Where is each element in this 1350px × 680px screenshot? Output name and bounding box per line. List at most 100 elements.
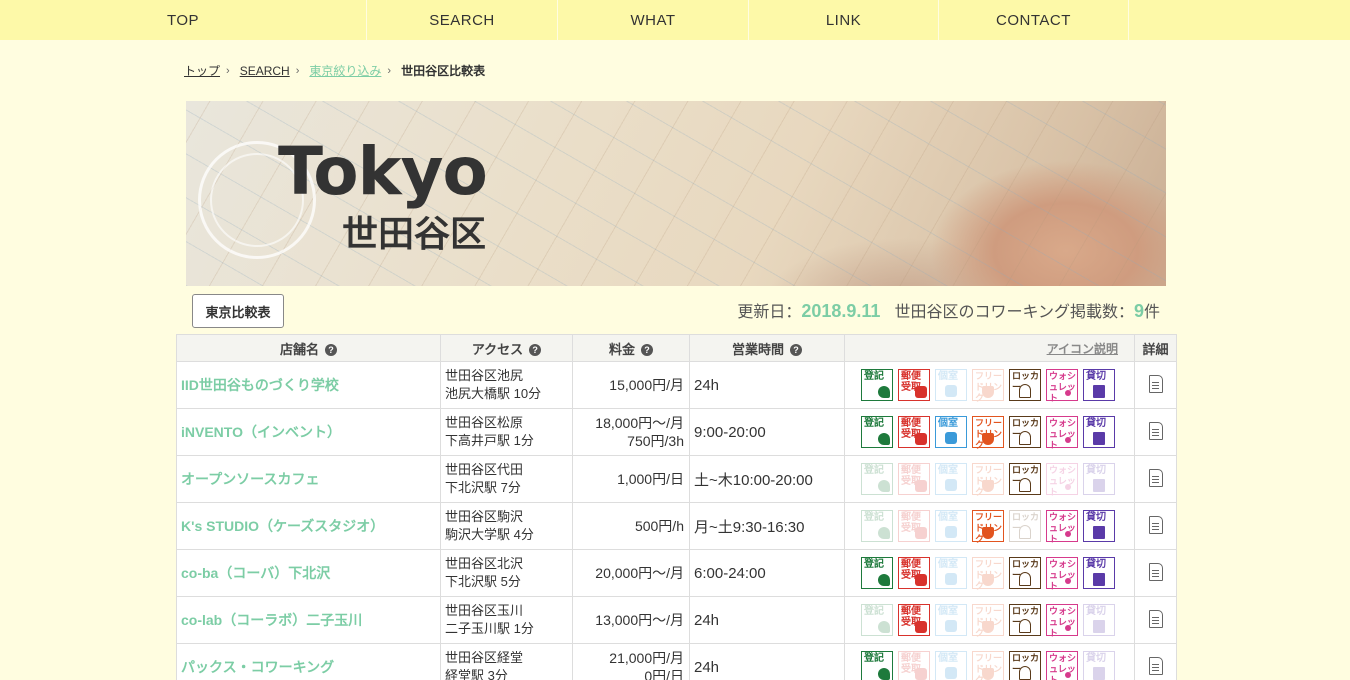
price-primary: 15,000円/月	[609, 377, 684, 393]
toroku-icon: 登記	[861, 651, 893, 680]
access-area: 世田谷区北沢	[445, 556, 524, 571]
locker-icon: ロッカー	[1009, 510, 1041, 542]
access-station: 駒沢大学駅 4分	[445, 527, 534, 542]
chevron-right-icon: ›	[387, 64, 392, 77]
table-row: IID世田谷ものづくり学校 世田谷区池尻 池尻大橋駅 10分 15,000円/月 24h…	[176, 361, 1177, 409]
icons-cell: 登記郵便受取個室フリードリンクロッカーウォシュレット貸切	[844, 408, 1135, 456]
price-primary: 21,000円/月	[609, 650, 684, 666]
kashikiri-icon: 貸切	[1083, 369, 1115, 401]
detail-cell	[1134, 361, 1177, 409]
locker-icon: ロッカー	[1009, 463, 1041, 495]
document-icon[interactable]	[1148, 468, 1163, 487]
toroku-icon: 登記	[861, 604, 893, 636]
breadcrumb-tokyo[interactable]: 東京絞り込み	[309, 62, 381, 79]
drink-icon: フリードリンク	[972, 369, 1004, 403]
detail-cell	[1134, 408, 1177, 456]
shop-name-link[interactable]: co-ba（コーバ）下北沢	[176, 549, 441, 597]
price-cell: 1,000円/日	[572, 455, 690, 503]
count-unit: 件	[1143, 304, 1160, 321]
breadcrumb-top[interactable]: トップ	[184, 62, 220, 79]
detail-cell	[1134, 455, 1177, 503]
hours-cell: 月~土9:30-16:30	[689, 502, 845, 550]
count-value: 9	[1133, 301, 1144, 321]
amenity-icons: 登記郵便受取個室フリードリンクロッカーウォシュレット貸切	[861, 557, 1134, 591]
price-secondary: 0円/日	[644, 668, 684, 680]
yubin-icon: 郵便受取	[898, 463, 930, 495]
shop-name-link[interactable]: K's STUDIO（ケーズスタジオ）	[176, 502, 441, 550]
coworking-table: 店舗名? アクセス? 料金? 営業時間? アイコン説明 詳細 IID世田谷ものづ…	[176, 334, 1177, 680]
locker-icon: ロッカー	[1009, 604, 1041, 636]
count-label: 世田谷区のコワーキング掲載数：	[894, 304, 1134, 321]
detail-cell	[1134, 643, 1177, 680]
access-station: 経堂駅 3分	[445, 668, 508, 680]
kashikiri-icon: 貸切	[1083, 416, 1115, 448]
drink-icon: フリードリンク	[972, 651, 1004, 680]
summary-line: 更新日： 2018.9.11 世田谷区のコワーキング掲載数： 9 件	[737, 298, 1160, 322]
price-cell: 13,000円〜/月	[572, 596, 690, 644]
document-icon[interactable]	[1148, 609, 1163, 628]
access-cell: 世田谷区駒沢 駒沢大学駅 4分	[440, 502, 573, 550]
access-station: 池尻大橋駅 10分	[445, 386, 542, 401]
price-cell: 20,000円〜/月	[572, 549, 690, 597]
toroku-icon: 登記	[861, 510, 893, 542]
shop-name-link[interactable]: オープンソースカフェ	[176, 455, 441, 503]
price-secondary: 750円/3h	[627, 433, 684, 449]
yubin-icon: 郵便受取	[898, 557, 930, 589]
nav-top[interactable]: TOP	[0, 0, 367, 40]
koshitsu-icon: 個室	[935, 463, 967, 495]
access-cell: 世田谷区代田 下北沢駅 7分	[440, 455, 573, 503]
shop-name-link[interactable]: iNVENTO（インベント）	[176, 408, 441, 456]
yubin-icon: 郵便受取	[898, 604, 930, 636]
amenity-icons: 登記郵便受取個室フリードリンクロッカーウォシュレット貸切	[861, 369, 1134, 403]
access-area: 世田谷区玉川	[445, 603, 524, 618]
nav-what[interactable]: WHAT	[558, 0, 749, 40]
icons-cell: 登記郵便受取個室フリードリンクロッカーウォシュレット貸切	[844, 643, 1135, 680]
toroku-icon: 登記	[861, 416, 893, 448]
table-row: co-ba（コーバ）下北沢 世田谷区北沢 下北沢駅 5分 20,000円〜/月 6:00…	[176, 549, 1177, 597]
washlet-icon: ウォシュレット	[1046, 463, 1078, 497]
locker-icon: ロッカー	[1009, 369, 1041, 401]
tokyo-compare-button[interactable]: 東京比較表	[192, 294, 284, 328]
header-icons: アイコン説明	[844, 334, 1135, 362]
document-icon[interactable]	[1148, 656, 1163, 675]
shop-name-link[interactable]: パックス・コワーキング	[176, 643, 441, 680]
hours-cell: 24h	[689, 361, 845, 409]
breadcrumb-current: 世田谷区比較表	[401, 64, 486, 78]
toroku-icon: 登記	[861, 369, 893, 401]
icons-cell: 登記郵便受取個室フリードリンクロッカーウォシュレット貸切	[844, 596, 1135, 644]
document-icon[interactable]	[1148, 374, 1163, 393]
locker-icon: ロッカー	[1009, 416, 1041, 448]
price-cell: 18,000円〜/月 750円/3h	[572, 408, 690, 456]
document-icon[interactable]	[1148, 515, 1163, 534]
header-detail: 詳細	[1134, 334, 1177, 362]
help-icon[interactable]: ?	[790, 344, 802, 357]
access-cell: 世田谷区玉川 二子玉川駅 1分	[440, 596, 573, 644]
washlet-icon: ウォシュレット	[1046, 416, 1078, 450]
header-price: 料金?	[572, 334, 690, 362]
access-area: 世田谷区駒沢	[445, 509, 524, 524]
nav-search[interactable]: SEARCH	[367, 0, 558, 40]
document-icon[interactable]	[1148, 562, 1163, 581]
header-name: 店舗名?	[176, 334, 441, 362]
kashikiri-icon: 貸切	[1083, 604, 1115, 636]
updated-label: 更新日：	[737, 304, 802, 321]
breadcrumb-search[interactable]: SEARCH	[240, 64, 290, 78]
top-nav: TOP SEARCH WHAT LINK CONTACT	[0, 0, 1350, 40]
price-cell: 500円/h	[572, 502, 690, 550]
help-icon[interactable]: ?	[529, 344, 542, 357]
hours-cell: 6:00-24:00	[689, 549, 845, 597]
access-station: 下北沢駅 5分	[445, 574, 521, 589]
nav-link[interactable]: LINK	[749, 0, 939, 40]
access-station: 二子玉川駅 1分	[445, 621, 534, 636]
icon-legend-link[interactable]: アイコン説明	[1047, 342, 1118, 356]
document-icon[interactable]	[1148, 421, 1163, 440]
shop-name-link[interactable]: co-lab（コーラボ）二子玉川	[176, 596, 441, 644]
koshitsu-icon: 個室	[935, 510, 967, 542]
help-icon[interactable]: ?	[325, 344, 337, 357]
chevron-right-icon: ›	[226, 64, 230, 77]
shop-name-link[interactable]: IID世田谷ものづくり学校	[176, 361, 441, 409]
hero-banner: Tokyo 世田谷区	[186, 101, 1166, 286]
help-icon[interactable]: ?	[641, 344, 653, 357]
nav-contact[interactable]: CONTACT	[939, 0, 1129, 40]
table-row: オープンソースカフェ 世田谷区代田 下北沢駅 7分 1,000円/日 土~木10:00-…	[176, 455, 1177, 503]
